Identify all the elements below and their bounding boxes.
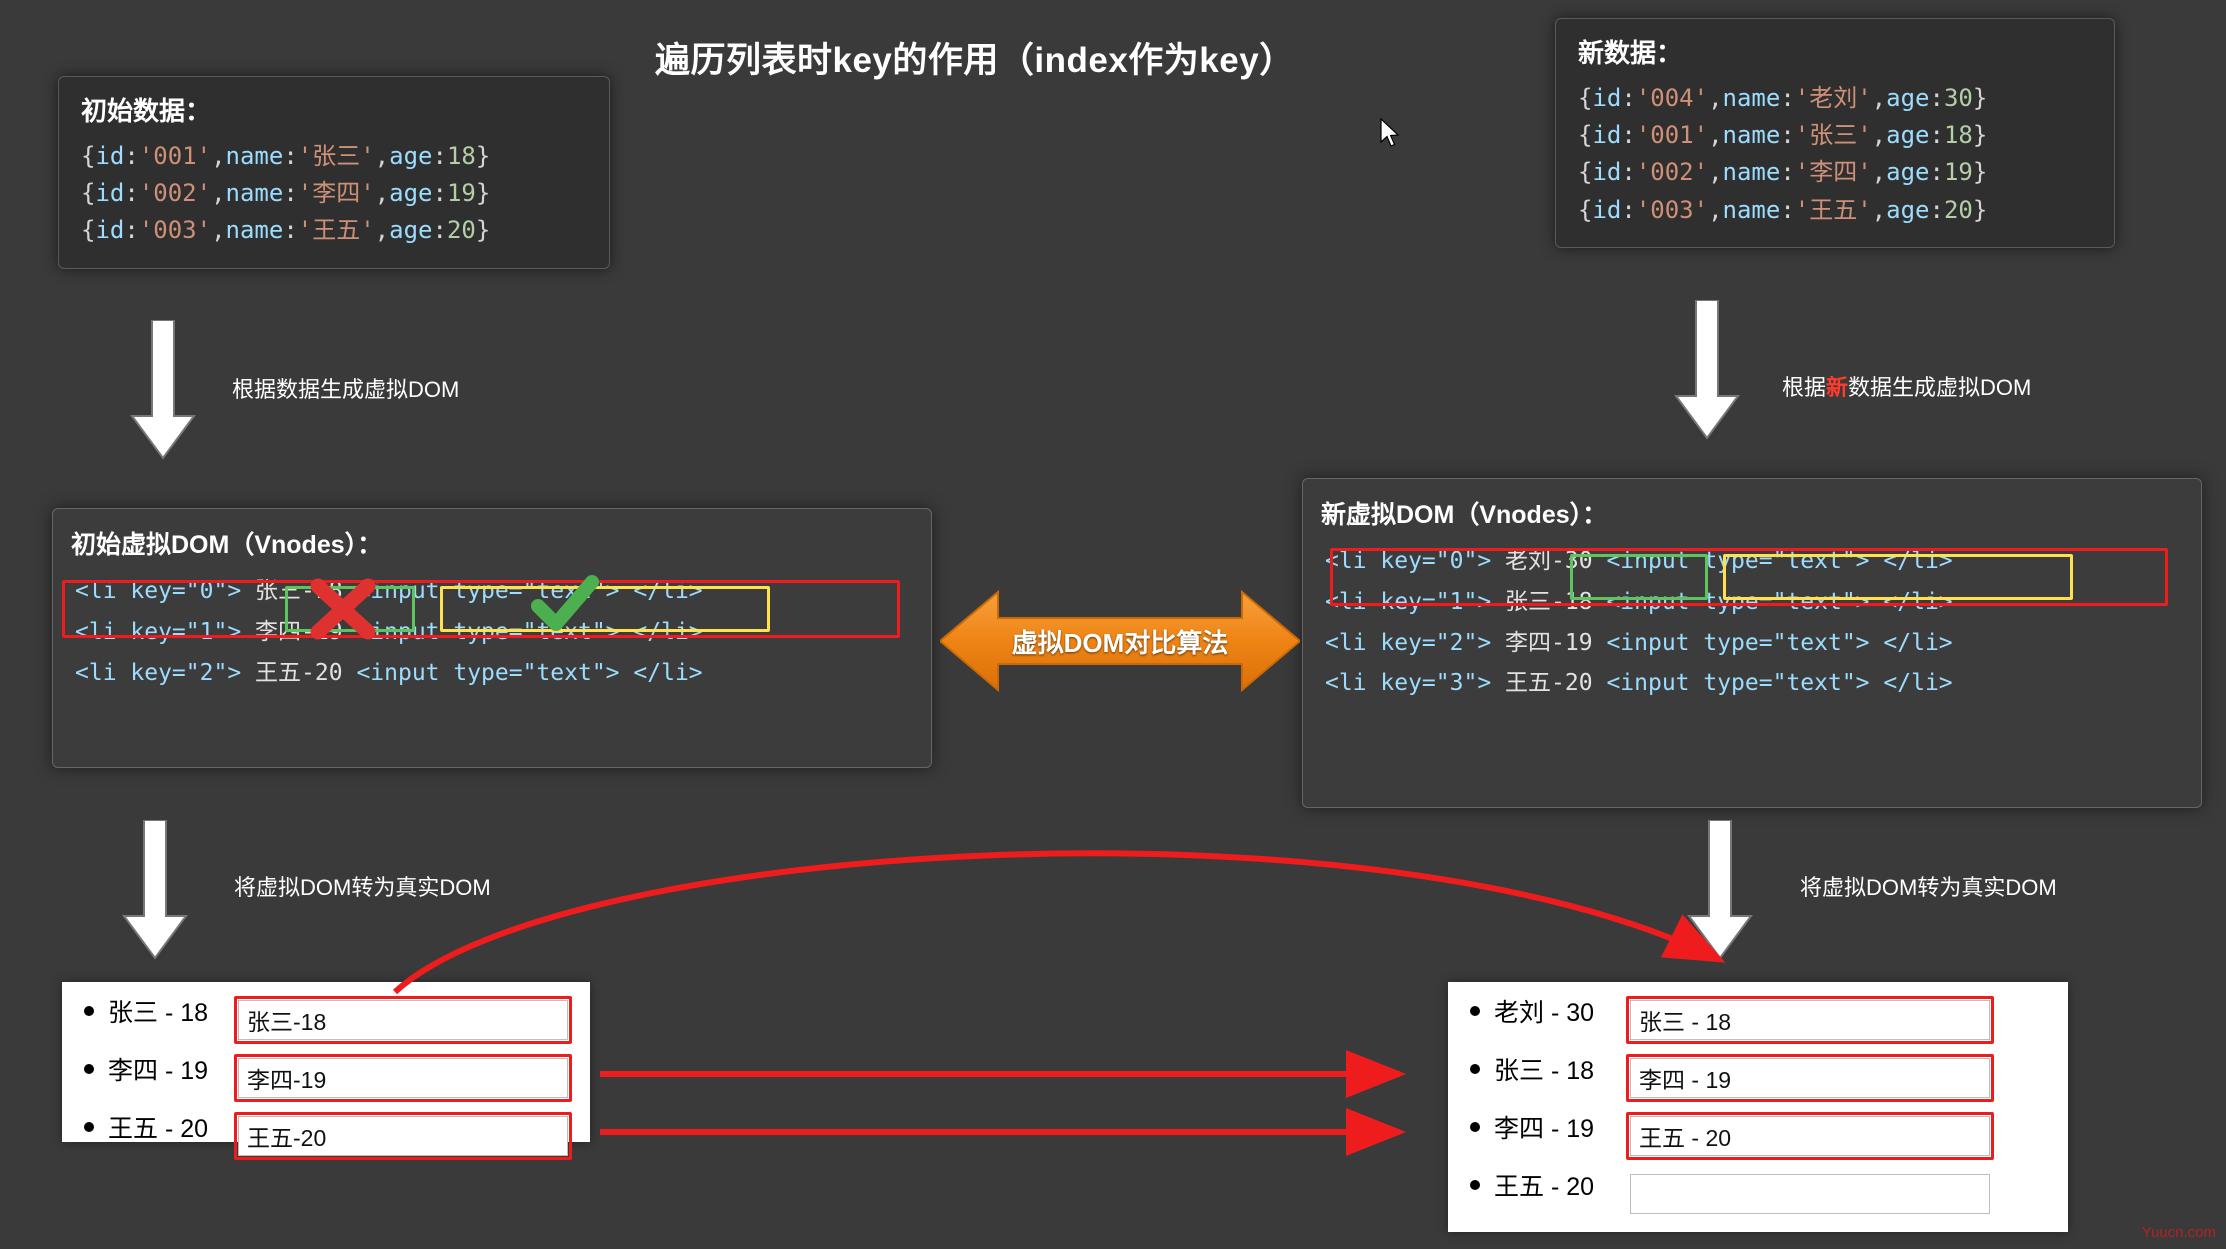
initial-data-line: {id:'002',name:'李四',age:19} [81,179,491,208]
arrow-down-to-real-dom-right [1685,820,1753,960]
label-to-real-dom-right: 将虚拟DOM转为真实DOM [1800,875,2057,900]
list-item-label: 老刘 - 30 [1494,999,1595,1027]
new-vdom-line: <li key="1"> 张三-18 <input type="text"> <… [1325,588,1953,615]
bullet-icon [1470,1064,1480,1074]
new-vdom-line: <li key="3"> 王五-20 <input type="text"> <… [1325,670,1953,697]
page-title: 遍历列表时key的作用（index作为key） [655,41,1295,80]
diff-algorithm-label: 虚拟DOM对比算法 [1011,627,1229,658]
new-data-panel: 新数据： {id:'004',name:'老刘',age:30} {id:'00… [1555,18,2115,248]
initial-data-line: {id:'001',name:'张三',age:18} [81,142,491,170]
new-data-line: {id:'002',name:'李四',age:19} [1578,158,1988,187]
new-data-line: {id:'001',name:'张三',age:18} [1578,121,1988,150]
new-vdom-line: <li key="2"> 李四-19 <input type="text"> <… [1325,629,1953,656]
cross-icon [310,578,376,640]
old-vdom-line: <li key="2"> 王五-20 <input type="text"> <… [75,659,703,686]
arrow-down-generate-vdom-right [1672,300,1740,440]
new-vdom-panel: 新虚拟DOM（Vnodes）： <li key="0"> 老刘-30 <inpu… [1302,478,2202,808]
initial-data-heading: 初始数据： [81,96,212,126]
bullet-icon [84,1064,94,1074]
label-generate-vdom-right-highlight: 新 [1826,375,1849,400]
new-dom-input-3[interactable] [1630,1174,1990,1214]
list-item-label: 王五 - 20 [108,1115,209,1143]
label-generate-vdom-left: 根据数据生成虚拟DOM [232,377,460,402]
new-data-heading: 新数据： [1578,38,1683,68]
old-dom-input-1[interactable]: 李四-19 [238,1058,568,1098]
new-data-line: {id:'003',name:'王五',age:20} [1578,195,1988,224]
label-generate-vdom-right-prefix: 根据 [1782,375,1827,400]
bullet-icon [1470,1122,1480,1132]
new-vdom-line: <li key="0"> 老刘-30 <input type="text"> <… [1325,548,1953,574]
mouse-cursor [1380,117,1402,150]
old-vdom-line: <li key="1"> 李四-19 <input type="text"> <… [75,618,703,645]
diff-algorithm-arrow: 虚拟DOM对比算法 [938,586,1302,696]
new-dom-input-0[interactable]: 张三 - 18 [1630,1000,1990,1040]
list-item-label: 张三 - 18 [1494,1057,1595,1085]
new-dom-input-1[interactable]: 李四 - 19 [1630,1058,1990,1098]
bullet-icon [1470,1180,1480,1190]
watermark: Yuucn.com [2141,1224,2216,1241]
arrow-down-generate-vdom-left [128,320,196,460]
old-vdom-line: <li key="0"> 张三-18 <input type="text"> <… [75,578,703,604]
new-vdom-heading: 新虚拟DOM（Vnodes）： [1321,501,1608,529]
old-dom-input-2[interactable]: 王五-20 [238,1116,568,1156]
list-item-label: 张三 - 18 [108,999,209,1027]
list-item-label: 王五 - 20 [1494,1173,1595,1201]
list-item-label: 李四 - 19 [108,1057,209,1085]
old-vdom-heading: 初始虚拟DOM（Vnodes）： [71,531,383,559]
list-item-label: 李四 - 19 [1494,1115,1595,1143]
bullet-icon [84,1122,94,1132]
new-dom-input-2[interactable]: 王五 - 20 [1630,1116,1990,1156]
initial-data-panel: 初始数据： {id:'001',name:'张三',age:18} {id:'0… [58,76,610,269]
bullet-icon [84,1006,94,1016]
old-vdom-panel: 初始虚拟DOM（Vnodes）： <li key="0"> 张三-18 <inp… [52,508,932,768]
arrow-down-to-real-dom-left [120,820,188,960]
initial-data-line: {id:'003',name:'王五',age:20} [81,216,491,245]
label-generate-vdom-right: 根据新数据生成虚拟DOM [1782,370,2031,402]
curve-arrow-old-input0-to-new-input0 [392,850,1726,995]
label-generate-vdom-right-suffix: 数据生成虚拟DOM [1848,375,2032,400]
old-dom-input-0[interactable]: 张三-18 [238,1000,568,1040]
check-icon [530,572,602,638]
label-to-real-dom-left: 将虚拟DOM转为真实DOM [234,875,491,900]
new-data-line: {id:'004',name:'老刘',age:30} [1578,84,1988,112]
bullet-icon [1470,1006,1480,1016]
